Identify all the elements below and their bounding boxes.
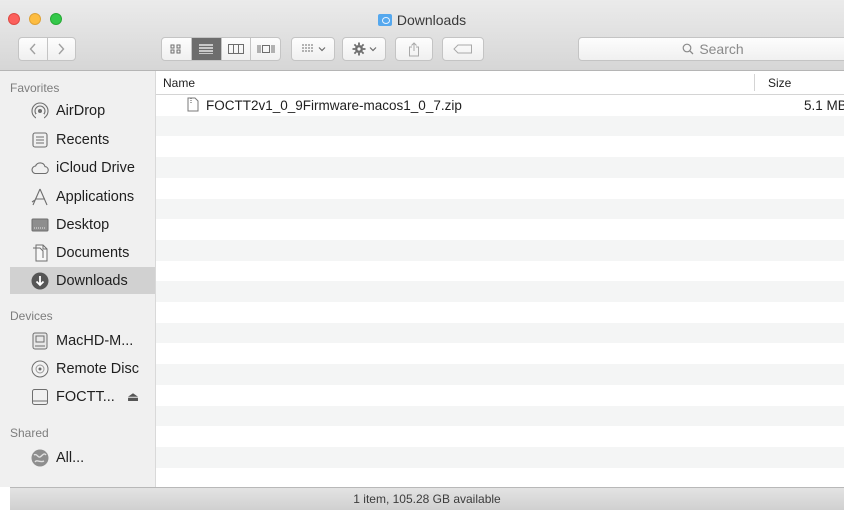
- row-stripe: [156, 239, 844, 261]
- sidebar-item-desktop[interactable]: Desktop: [10, 211, 155, 238]
- search-field[interactable]: Search: [578, 37, 844, 61]
- column-header-size[interactable]: Size: [768, 76, 791, 90]
- toolbar: Downloads Search: [0, 0, 844, 71]
- row-stripe: [156, 405, 844, 427]
- sidebar-item-label: All...: [56, 449, 85, 466]
- share-icon: [409, 41, 419, 56]
- sidebar-item-airdrop[interactable]: AirDrop: [10, 97, 155, 124]
- row-stripe: [156, 115, 844, 137]
- search-placeholder: Search: [699, 41, 744, 57]
- sidebar-item-label: MacHD-M...: [56, 332, 134, 349]
- row-stripe: [156, 157, 844, 178]
- zip-file-icon: [187, 97, 199, 112]
- sidebar-item-label: AirDrop: [56, 102, 106, 119]
- status-bar: 1 item, 105.28 GB available: [10, 487, 844, 510]
- sidebar-item-label: iCloud Drive: [56, 159, 135, 176]
- sidebar-item-machd[interactable]: MacHD-M...: [10, 327, 155, 354]
- network-icon: [30, 448, 50, 468]
- cloud-icon: [30, 158, 50, 178]
- row-stripe: [156, 198, 844, 220]
- sidebar-item-documents[interactable]: Documents: [10, 239, 155, 266]
- row-stripe: [156, 364, 844, 385]
- arrange-button[interactable]: [291, 37, 335, 61]
- gear-icon: [352, 42, 365, 56]
- eject-icon[interactable]: ⏏: [127, 389, 139, 405]
- sidebar: Favorites AirDrop Recents iCloud Drive A…: [0, 71, 156, 487]
- chevron-down-icon: [369, 47, 376, 52]
- action-button[interactable]: [342, 37, 386, 61]
- finder-window: Downloads Search Favorites AirDrop Recen…: [0, 0, 844, 510]
- tag-button[interactable]: [442, 37, 484, 61]
- sidebar-item-label: Desktop: [56, 216, 110, 233]
- cover-flow-icon: [257, 45, 275, 53]
- table-row[interactable]: FOCTT2v1_0_9Firmware-macos1_0_7.zip 5.1 …: [156, 95, 844, 116]
- row-stripe: [156, 281, 844, 302]
- share-button[interactable]: [395, 37, 433, 61]
- tag-icon: [453, 44, 472, 54]
- external-drive-icon: [30, 387, 50, 407]
- sidebar-item-label: Recents: [56, 131, 110, 148]
- search-icon: [682, 43, 694, 55]
- list-view-icon: [199, 44, 214, 54]
- list-view-button[interactable]: [190, 38, 221, 60]
- sidebar-item-applications[interactable]: Applications: [10, 183, 155, 210]
- sidebar-item-remote-disc[interactable]: Remote Disc: [10, 355, 155, 382]
- icon-view-icon: [170, 44, 181, 54]
- window-title: Downloads: [0, 12, 844, 28]
- forward-button[interactable]: [46, 38, 76, 60]
- sidebar-section-shared: Shared: [10, 426, 49, 440]
- sidebar-section-devices: Devices: [10, 309, 53, 323]
- downloads-icon: [30, 271, 50, 291]
- chevron-left-icon: [29, 43, 36, 55]
- view-mode-group: [161, 37, 281, 61]
- column-view-button[interactable]: [220, 38, 251, 60]
- sidebar-item-label: Downloads: [56, 272, 128, 289]
- back-forward-group: [18, 37, 76, 61]
- column-view-icon: [227, 44, 244, 54]
- cover-flow-button[interactable]: [250, 38, 280, 60]
- disc-icon: [30, 359, 50, 379]
- row-stripe: [156, 446, 844, 468]
- column-divider[interactable]: [754, 74, 755, 91]
- chevron-down-icon: [318, 47, 325, 52]
- arrange-icon: [301, 44, 314, 52]
- status-text: 1 item, 105.28 GB available: [353, 492, 501, 506]
- chevron-right-icon: [58, 43, 65, 55]
- sidebar-item-label: FOCTT...: [56, 388, 115, 405]
- applications-icon: [30, 187, 50, 207]
- list-rows: FOCTT2v1_0_9Firmware-macos1_0_7.zip 5.1 …: [156, 95, 844, 487]
- back-button[interactable]: [19, 38, 47, 60]
- file-size: 5.1 MB: [804, 98, 844, 113]
- sidebar-item-label: Documents: [56, 244, 130, 261]
- documents-icon: [30, 243, 50, 263]
- airdrop-icon: [30, 101, 50, 121]
- sidebar-item-foctt[interactable]: FOCTT... ⏏: [10, 383, 155, 410]
- icon-view-button[interactable]: [162, 38, 191, 60]
- sidebar-item-label: Applications: [56, 188, 135, 205]
- row-stripe: [156, 322, 844, 344]
- folder-icon: [377, 14, 392, 26]
- sidebar-item-label: Remote Disc: [56, 360, 139, 377]
- file-list: Name Size FOCTT2v1_0_9Firmware-macos1_0_…: [156, 71, 844, 487]
- file-name: FOCTT2v1_0_9Firmware-macos1_0_7.zip: [206, 98, 462, 113]
- column-header-name[interactable]: Name: [163, 76, 195, 90]
- sidebar-section-favorites: Favorites: [10, 81, 60, 95]
- sidebar-item-downloads[interactable]: Downloads: [10, 267, 155, 294]
- list-header: Name Size: [156, 71, 844, 95]
- sidebar-item-all[interactable]: All...: [10, 444, 155, 471]
- hard-drive-icon: [30, 331, 50, 351]
- desktop-icon: [30, 215, 50, 235]
- sidebar-item-icloud-drive[interactable]: iCloud Drive: [10, 154, 155, 181]
- recents-icon: [30, 130, 50, 150]
- sidebar-item-recents[interactable]: Recents: [10, 126, 155, 153]
